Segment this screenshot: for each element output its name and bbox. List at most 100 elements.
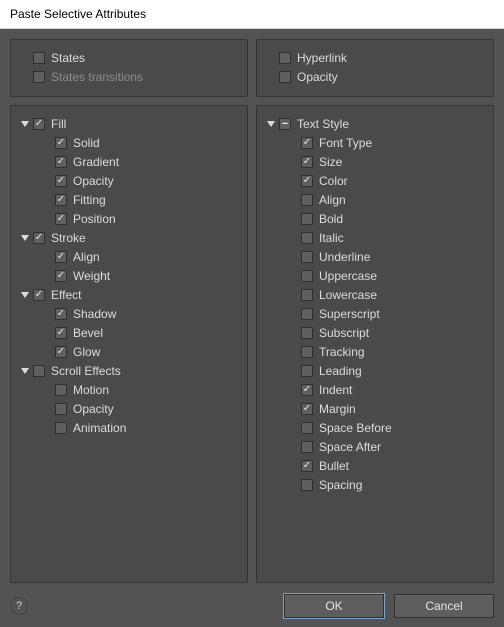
item-stroke-align: Align <box>19 247 239 266</box>
row-transitions-states-transitions: States transitions <box>19 67 239 86</box>
disclosure-scroll-effects-icon[interactable] <box>19 365 31 377</box>
item-fill-position: Position <box>19 209 239 228</box>
disclosure-effect-icon[interactable] <box>19 289 31 301</box>
checkbox-text-style-size[interactable] <box>301 156 313 168</box>
item-text-style-superscript: Superscript <box>265 304 485 323</box>
checkbox-text-style-tracking[interactable] <box>301 346 313 358</box>
label-text-style-spacing: Spacing <box>319 478 362 492</box>
checkbox-fill-fitting[interactable] <box>55 194 67 206</box>
item-text-style-margin: Margin <box>265 399 485 418</box>
checkbox-opacity-opacity[interactable] <box>279 71 291 83</box>
item-text-style-tracking: Tracking <box>265 342 485 361</box>
checkbox-hyperlink-hyperlink[interactable] <box>279 52 291 64</box>
label-text-style-margin: Margin <box>319 402 356 416</box>
checkbox-text-style[interactable] <box>279 118 291 130</box>
checkbox-fill-solid[interactable] <box>55 137 67 149</box>
label-text-style-bold: Bold <box>319 212 343 226</box>
item-scroll-effects-motion: Motion <box>19 380 239 399</box>
checkbox-stroke-weight[interactable] <box>55 270 67 282</box>
item-text-style-color: Color <box>265 171 485 190</box>
disclosure-text-style-icon[interactable] <box>265 118 277 130</box>
item-scroll-effects-animation: Animation <box>19 418 239 437</box>
checkbox-text-style-font-type[interactable] <box>301 137 313 149</box>
item-text-style-lowercase: Lowercase <box>265 285 485 304</box>
label-text-style-tracking: Tracking <box>319 345 365 359</box>
checkbox-stroke-align[interactable] <box>55 251 67 263</box>
checkbox-scroll-effects-opacity[interactable] <box>55 403 67 415</box>
checkbox-fill-opacity[interactable] <box>55 175 67 187</box>
cancel-button[interactable]: Cancel <box>394 594 494 618</box>
checkbox-text-style-space-before[interactable] <box>301 422 313 434</box>
checkbox-text-style-subscript[interactable] <box>301 327 313 339</box>
group-label-fill: Fill <box>51 117 66 131</box>
checkbox-effect-glow[interactable] <box>55 346 67 358</box>
spacer <box>19 71 31 83</box>
group-fill: Fill <box>19 114 239 133</box>
label-states-states: States <box>51 51 85 65</box>
checkbox-text-style-space-after[interactable] <box>301 441 313 453</box>
item-text-style-underline: Underline <box>265 247 485 266</box>
label-fill-solid: Solid <box>73 136 100 150</box>
label-scroll-effects-opacity: Opacity <box>73 402 114 416</box>
checkbox-text-style-lowercase[interactable] <box>301 289 313 301</box>
checkbox-text-style-align[interactable] <box>301 194 313 206</box>
item-text-style-align: Align <box>265 190 485 209</box>
disclosure-stroke-icon[interactable] <box>19 232 31 244</box>
group-label-effect: Effect <box>51 288 81 302</box>
label-text-style-space-after: Space After <box>319 440 381 454</box>
checkbox-text-style-superscript[interactable] <box>301 308 313 320</box>
item-effect-shadow: Shadow <box>19 304 239 323</box>
help-icon[interactable]: ? <box>10 597 28 615</box>
spacer <box>265 71 277 83</box>
checkbox-text-style-leading[interactable] <box>301 365 313 377</box>
group-label-scroll-effects: Scroll Effects <box>51 364 121 378</box>
row-hyperlink-hyperlink: Hyperlink <box>265 48 485 67</box>
checkbox-text-style-color[interactable] <box>301 175 313 187</box>
checkbox-fill[interactable] <box>33 118 45 130</box>
checkbox-text-style-uppercase[interactable] <box>301 270 313 282</box>
checkbox-states-states[interactable] <box>33 52 45 64</box>
label-text-style-font-type: Font Type <box>319 136 372 150</box>
checkbox-effect[interactable] <box>33 289 45 301</box>
checkbox-scroll-effects-animation[interactable] <box>55 422 67 434</box>
group-effect: Effect <box>19 285 239 304</box>
checkbox-scroll-effects-motion[interactable] <box>55 384 67 396</box>
checkbox-stroke[interactable] <box>33 232 45 244</box>
checkbox-fill-position[interactable] <box>55 213 67 225</box>
ok-button[interactable]: OK <box>284 594 384 618</box>
checkbox-text-style-italic[interactable] <box>301 232 313 244</box>
checkbox-text-style-indent[interactable] <box>301 384 313 396</box>
label-text-style-bullet: Bullet <box>319 459 349 473</box>
row-states-states: States <box>19 48 239 67</box>
checkbox-text-style-bold[interactable] <box>301 213 313 225</box>
group-label-text-style: Text Style <box>297 117 349 131</box>
checkbox-fill-gradient[interactable] <box>55 156 67 168</box>
label-text-style-leading: Leading <box>319 364 362 378</box>
item-text-style-leading: Leading <box>265 361 485 380</box>
item-text-style-bullet: Bullet <box>265 456 485 475</box>
checkbox-effect-shadow[interactable] <box>55 308 67 320</box>
checkbox-text-style-bullet[interactable] <box>301 460 313 472</box>
disclosure-fill-icon[interactable] <box>19 118 31 130</box>
label-text-style-superscript: Superscript <box>319 307 380 321</box>
panel-states: States States transitions <box>10 39 248 97</box>
label-text-style-size: Size <box>319 155 342 169</box>
checkbox-text-style-spacing[interactable] <box>301 479 313 491</box>
window-title: Paste Selective Attributes <box>0 0 504 29</box>
checkbox-text-style-underline[interactable] <box>301 251 313 263</box>
group-text-style: Text Style <box>265 114 485 133</box>
item-text-style-bold: Bold <box>265 209 485 228</box>
item-stroke-weight: Weight <box>19 266 239 285</box>
item-text-style-font-type: Font Type <box>265 133 485 152</box>
item-text-style-spacing: Spacing <box>265 475 485 494</box>
dialog-body: States States transitions Hyperlink Opacit… <box>0 29 504 627</box>
checkbox-scroll-effects[interactable] <box>33 365 45 377</box>
item-text-style-indent: Indent <box>265 380 485 399</box>
spacer <box>265 52 277 64</box>
item-fill-solid: Solid <box>19 133 239 152</box>
group-scroll-effects: Scroll Effects <box>19 361 239 380</box>
item-fill-opacity: Opacity <box>19 171 239 190</box>
checkbox-effect-bevel[interactable] <box>55 327 67 339</box>
label-scroll-effects-animation: Animation <box>73 421 126 435</box>
checkbox-text-style-margin[interactable] <box>301 403 313 415</box>
